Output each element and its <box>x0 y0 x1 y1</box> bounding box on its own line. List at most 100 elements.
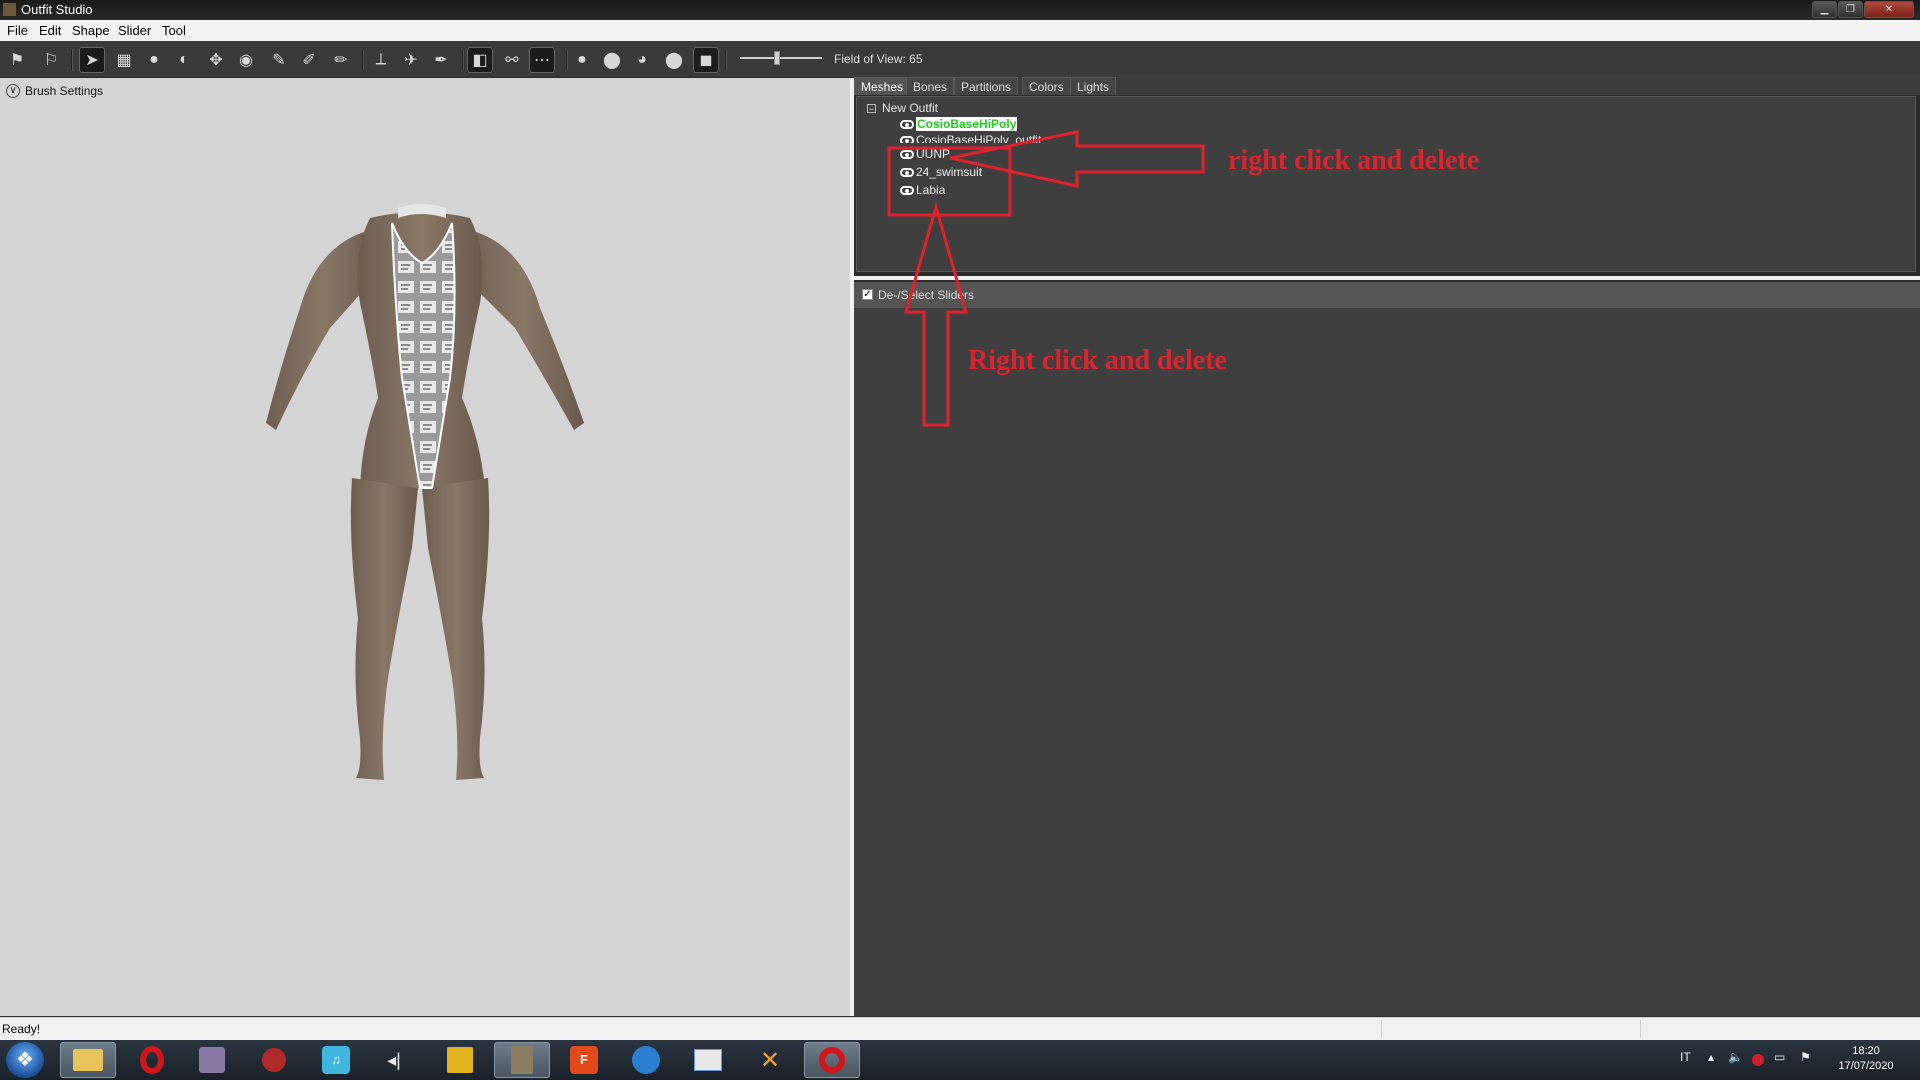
tree-item-label: Labia <box>916 183 946 197</box>
menu-file[interactable]: File <box>7 23 28 38</box>
eye-icon[interactable] <box>900 186 914 196</box>
tree-item-label: 24_swimsuit <box>916 165 983 179</box>
opera-window-taskbar-icon[interactable] <box>804 1042 860 1078</box>
status-separator <box>1381 1020 1382 1038</box>
select-tool-icon[interactable]: ➤ <box>79 47 105 73</box>
tree-item-label: UUNP <box>916 147 951 161</box>
undiff-brush-icon[interactable]: ✎ <box>266 47 292 73</box>
menu-slider[interactable]: Slider <box>118 23 151 38</box>
vertex-colors-icon[interactable]: ⬤ <box>661 47 687 73</box>
bounding-box-icon[interactable]: ◼ <box>693 47 719 73</box>
tab-partitions[interactable]: Partitions <box>954 77 1019 95</box>
start-button[interactable] <box>6 1042 44 1078</box>
load-outfit-icon[interactable]: ⚐ <box>38 47 64 73</box>
x-mirror-icon[interactable]: ◧ <box>467 47 493 73</box>
eye-icon[interactable] <box>900 136 914 143</box>
window-app-taskbar-icon[interactable] <box>680 1042 736 1078</box>
ftp-taskbar-icon[interactable]: F <box>556 1042 612 1078</box>
tree-item[interactable]: 24_swimsuit <box>900 165 982 181</box>
deflate-brush-icon[interactable]: ◐ <box>171 47 197 73</box>
3d-viewport[interactable]: ∨ Brush Settings <box>0 78 850 1016</box>
volume-app-taskbar-icon[interactable]: ◂| <box>366 1042 422 1078</box>
tree-item-label: CosioBaseHiPoly_outfit <box>916 133 1042 143</box>
tab-lights[interactable]: Lights <box>1070 77 1117 95</box>
tree-item-label: CosioBaseHiPoly <box>916 117 1018 131</box>
minimize-button[interactable]: ▁ <box>1812 1 1837 18</box>
shade-icon[interactable]: ● <box>569 47 595 73</box>
texture-icon[interactable]: ◕ <box>629 47 655 73</box>
settings-taskbar-icon[interactable] <box>246 1042 302 1078</box>
transform-tool-icon[interactable]: ⟂ <box>368 47 394 73</box>
menu-shape[interactable]: Shape <box>72 23 110 38</box>
global-brush-icon[interactable]: ⋯ <box>529 47 555 73</box>
tree-root[interactable]: − New Outfit <box>867 101 938 115</box>
fov-slider-thumb[interactable] <box>774 51 780 65</box>
tree-item[interactable]: CosioBaseHiPoly_outfit <box>900 133 1041 143</box>
status-separator <box>1640 1020 1641 1038</box>
color-brush-icon[interactable]: ✏ <box>328 47 354 73</box>
decoder-taskbar-icon[interactable] <box>618 1042 674 1078</box>
toolbar-separator <box>566 49 568 71</box>
music-taskbar-icon[interactable]: ♫ <box>308 1042 364 1078</box>
tree-item[interactable]: CosioBaseHiPoly <box>900 117 1018 133</box>
tools-taskbar-icon[interactable]: ✕ <box>742 1042 798 1078</box>
panel-tab-bar: Meshes Bones Partitions Colors Lights <box>854 75 1920 95</box>
status-text: Ready! <box>2 1022 41 1036</box>
show-hidden-icons-icon[interactable]: ▴ <box>1708 1050 1714 1064</box>
sliders-list <box>854 308 1920 1016</box>
toolbar: ⚑ ⚐ ➤ ▦ ● ◐ ✥ ◉ ✎ ✐ ✏ ⟂ ✈ ✒ ◧ ⚯ ⋯ ● ⬤ ◕ … <box>0 41 1920 77</box>
panel-splitter-horizontal[interactable] <box>854 276 1920 280</box>
game-launcher-taskbar-icon[interactable] <box>184 1042 240 1078</box>
mask-tool-icon[interactable]: ▦ <box>111 47 137 73</box>
toolbar-separator <box>725 49 727 71</box>
title-bar: Outfit Studio ▁ ❐ ✕ <box>0 0 1920 20</box>
shade-full-icon[interactable]: ⬤ <box>599 47 625 73</box>
clock-date: 17/07/2020 <box>1838 1060 1894 1072</box>
language-indicator[interactable]: IT <box>1680 1050 1691 1064</box>
weight-brush-icon[interactable]: ✐ <box>296 47 322 73</box>
tree-item[interactable]: UUNP <box>900 147 950 163</box>
system-clock[interactable]: 18:20 17/07/2020 <box>1836 1044 1896 1074</box>
tab-meshes[interactable]: Meshes <box>854 77 911 95</box>
select-sliders-checkbox[interactable]: ✓ <box>862 289 873 300</box>
taskbar: ♫ ◂| F ✕ IT ▴ 🔈 ▭ ⚑ 18:20 17/07/2020 <box>0 1040 1920 1080</box>
tab-bones[interactable]: Bones <box>906 77 955 95</box>
tree-root-label: New Outfit <box>882 101 939 115</box>
pivot-tool-icon[interactable]: ✈ <box>398 47 424 73</box>
close-button[interactable]: ✕ <box>1864 1 1914 18</box>
opera-taskbar-icon[interactable] <box>124 1042 180 1078</box>
eye-icon[interactable] <box>900 120 914 130</box>
move-brush-icon[interactable]: ✥ <box>203 47 229 73</box>
outfit-studio-taskbar-icon[interactable] <box>494 1042 550 1078</box>
select-sliders-label: De-/Select Sliders <box>878 288 975 302</box>
toolbar-separator <box>71 49 73 71</box>
maximize-button[interactable]: ❐ <box>1838 1 1863 18</box>
smooth-brush-icon[interactable]: ◉ <box>233 47 259 73</box>
eye-icon[interactable] <box>900 150 914 160</box>
toolbar-separator <box>362 49 364 71</box>
connected-only-icon[interactable]: ⚯ <box>499 47 525 73</box>
inflate-brush-icon[interactable]: ● <box>141 47 167 73</box>
fov-label: Field of View: 65 <box>834 52 923 66</box>
eye-icon[interactable] <box>900 168 914 178</box>
sliders-header: ✓ De-/Select Sliders <box>854 282 1920 308</box>
tab-colors[interactable]: Colors <box>1022 77 1071 95</box>
notes-taskbar-icon[interactable] <box>432 1042 488 1078</box>
explorer-taskbar-icon[interactable] <box>60 1042 116 1078</box>
outfit-model-render <box>266 204 584 780</box>
speaker-icon[interactable]: 🔈 <box>1728 1050 1743 1064</box>
menu-tool[interactable]: Tool <box>162 23 186 38</box>
fov-slider-track[interactable] <box>740 57 822 59</box>
collapse-icon[interactable]: − <box>867 104 876 114</box>
network-icon[interactable]: ▭ <box>1774 1050 1785 1064</box>
window-title: Outfit Studio <box>21 2 93 17</box>
action-center-flag-icon[interactable]: ⚑ <box>1800 1050 1811 1064</box>
antivirus-icon[interactable] <box>1752 1054 1764 1066</box>
menu-edit[interactable]: Edit <box>39 23 61 38</box>
new-project-icon[interactable]: ⚑ <box>4 47 30 73</box>
toolbar-separator <box>462 49 464 71</box>
vertex-edit-icon[interactable]: ✒ <box>428 47 454 73</box>
tree-item[interactable]: Labia <box>900 183 945 199</box>
model-body <box>266 204 584 780</box>
menu-bar: File Edit Shape Slider Tool <box>0 20 1920 42</box>
